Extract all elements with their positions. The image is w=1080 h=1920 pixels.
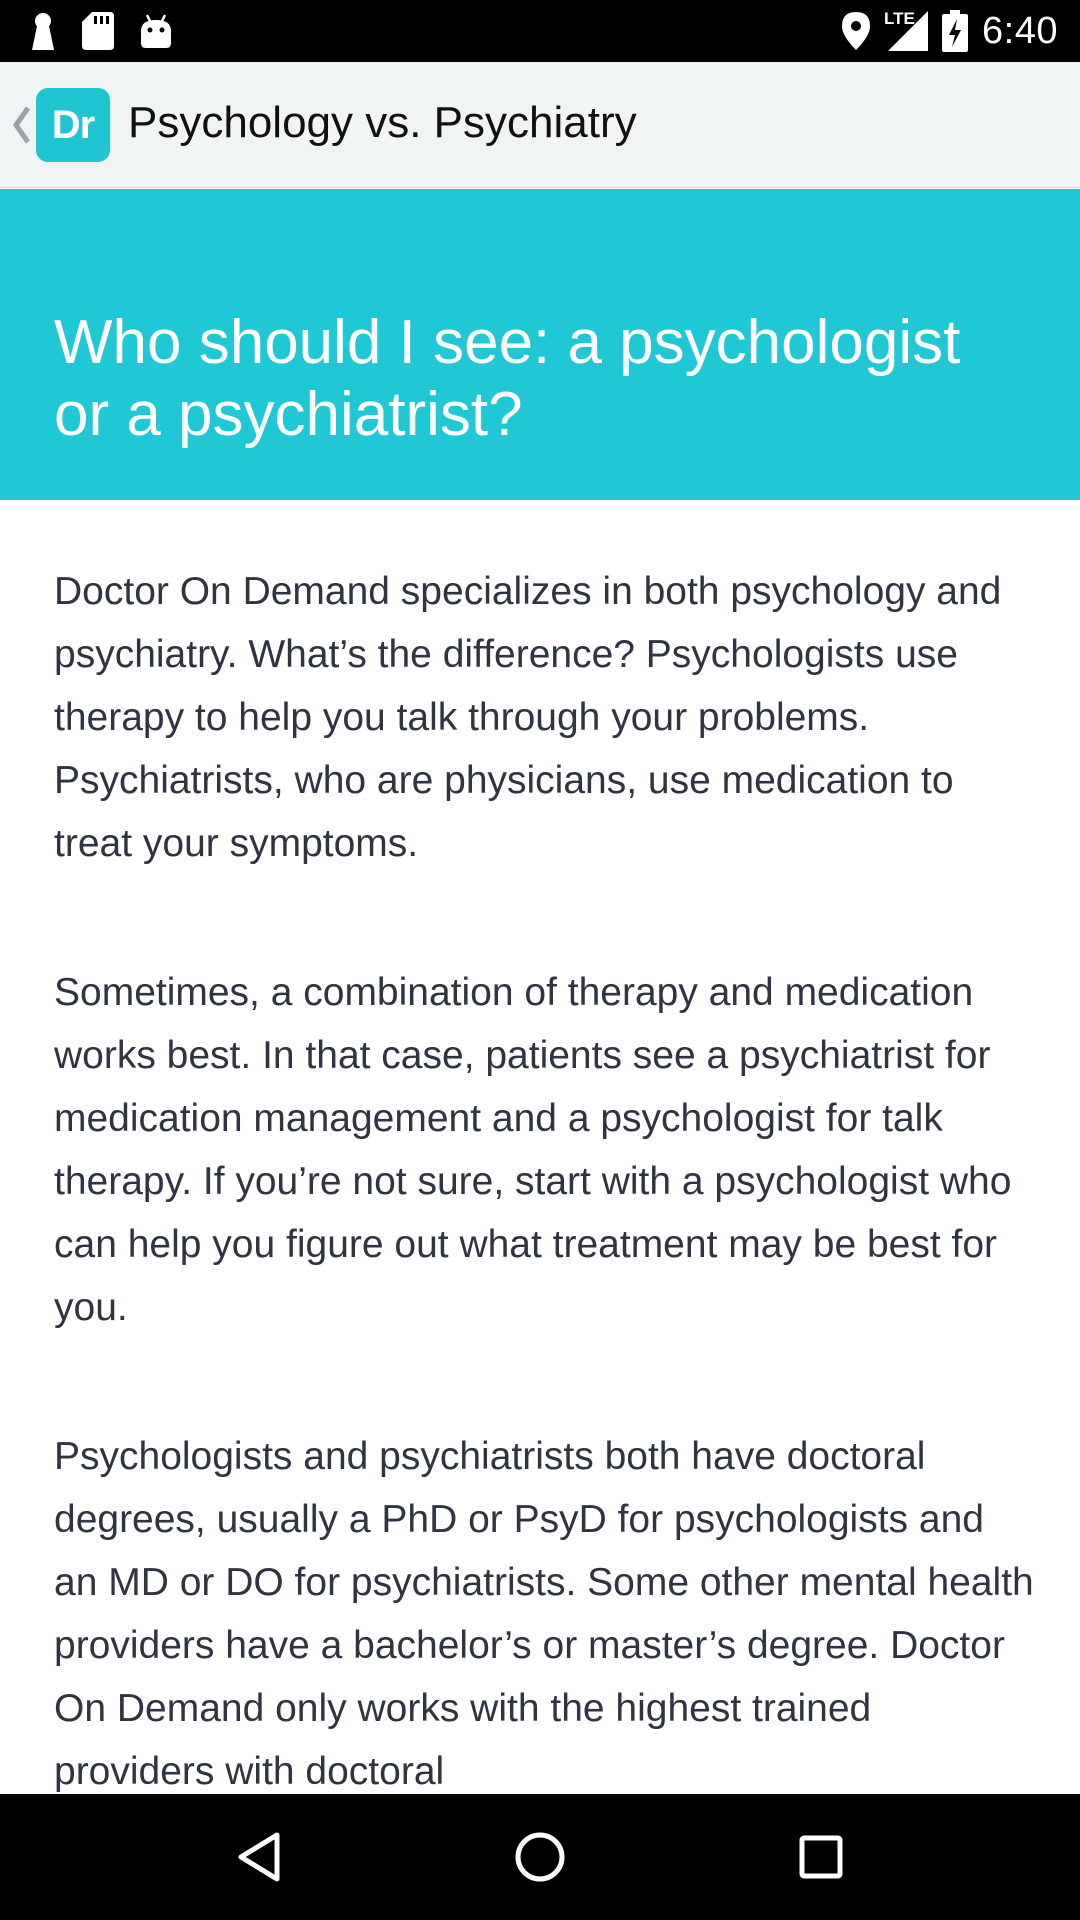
sd-card-icon — [82, 12, 114, 50]
android-icon — [140, 13, 172, 49]
navigation-bar — [0, 1794, 1080, 1920]
app-logo[interactable]: Dr — [36, 88, 110, 162]
network-type-label: LTE — [884, 9, 915, 28]
signal-icon: LTE — [884, 9, 929, 51]
back-chevron-icon[interactable] — [8, 100, 34, 150]
app-bar: Dr Psychology vs. Psychiatry — [0, 62, 1080, 188]
status-bar: LTE 6:40 — [0, 0, 1080, 62]
article-paragraph: Doctor On Demand specializes in both psy… — [54, 570, 1002, 865]
app-logo-text: Dr — [51, 102, 95, 147]
status-bar-right: LTE 6:40 — [842, 0, 1058, 62]
battery-charging-icon — [942, 10, 969, 52]
page-title: Psychology vs. Psychiatry — [128, 98, 637, 147]
status-bar-left — [30, 0, 172, 62]
hero-title: Who should I see: a psychologist or a ps… — [54, 308, 961, 449]
article-body: Doctor On Demand specializes in both psy… — [54, 560, 1034, 1889]
clock: 6:40 — [982, 9, 1058, 52]
article-paragraph: Psychologists and psychiatrists both hav… — [54, 1435, 1034, 1793]
recents-square-icon[interactable] — [797, 1833, 845, 1881]
back-triangle-icon[interactable] — [235, 1831, 283, 1883]
hero-banner: Who should I see: a psychologist or a ps… — [0, 189, 1080, 500]
article-paragraph: Sometimes, a combination of therapy and … — [54, 971, 1012, 1329]
keyhole-icon — [30, 12, 56, 50]
home-circle-icon[interactable] — [513, 1830, 567, 1884]
location-icon — [842, 12, 871, 50]
